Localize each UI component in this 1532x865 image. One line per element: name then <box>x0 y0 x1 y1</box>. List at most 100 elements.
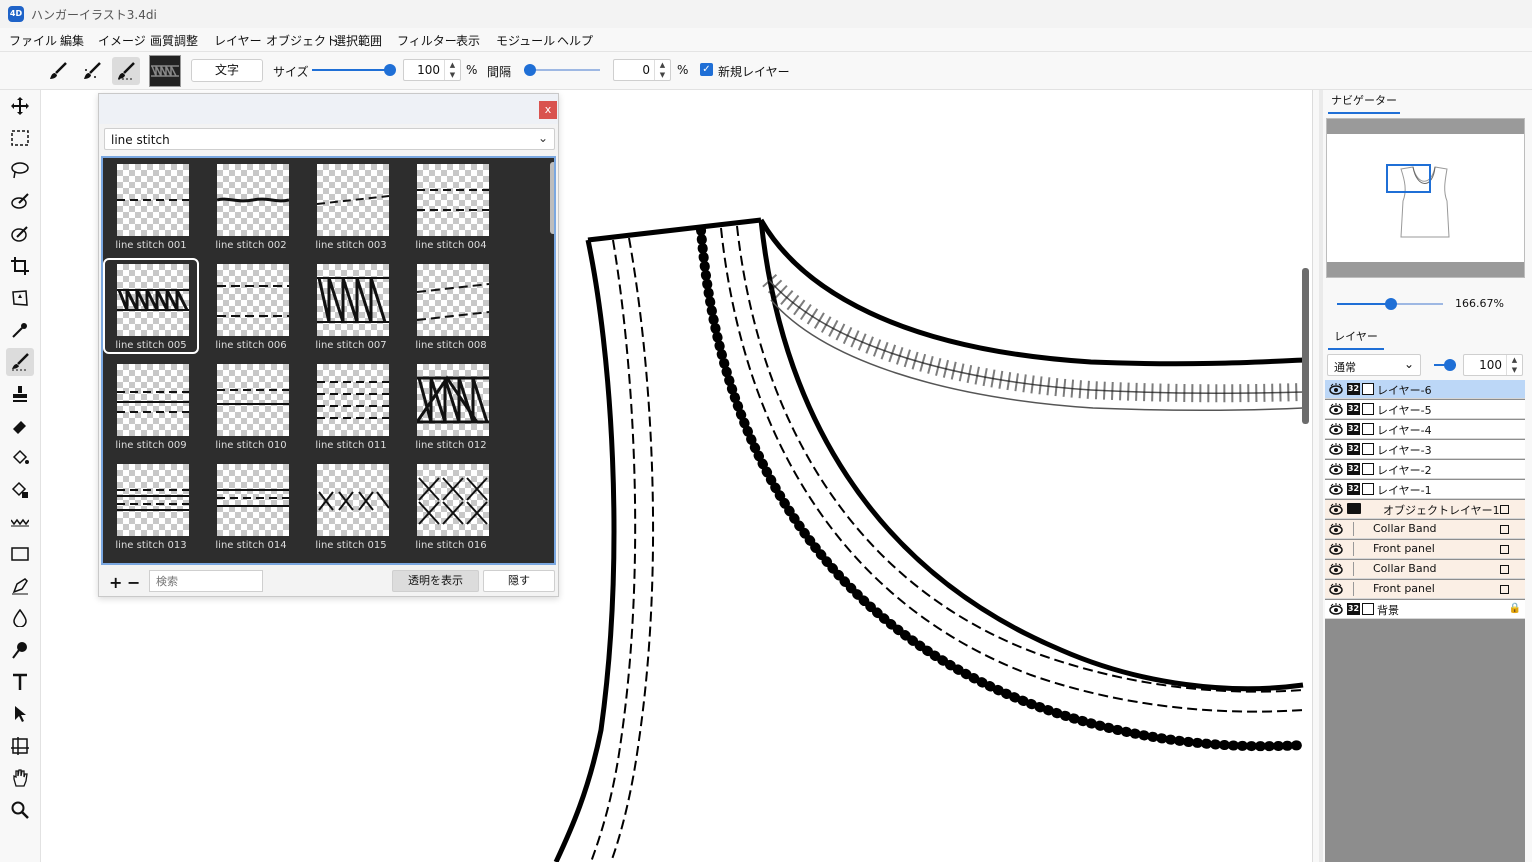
opacity-stepper[interactable]: 100 ▲ ▼ <box>1463 354 1523 376</box>
transform-icon[interactable] <box>6 284 34 312</box>
layer-row-object[interactable]: Collar Band <box>1325 560 1525 579</box>
eye-icon[interactable] <box>1329 483 1343 495</box>
eye-icon[interactable] <box>1329 383 1343 395</box>
layer-checkbox[interactable] <box>1500 505 1509 514</box>
layer-row[interactable]: 32 レイヤー-6 <box>1325 380 1525 399</box>
spacing-slider-thumb[interactable] <box>524 64 536 76</box>
eye-icon[interactable] <box>1329 503 1343 515</box>
opacity-slider[interactable] <box>1434 364 1456 366</box>
size-stepper[interactable]: 100 ▲ ▼ <box>403 59 461 81</box>
layer-row-background[interactable]: 32 背景 🔒 <box>1325 600 1525 619</box>
brush-item[interactable]: line stitch 001 <box>103 158 199 254</box>
zoom-slider-thumb[interactable] <box>1385 298 1397 310</box>
eye-icon[interactable] <box>1329 463 1343 475</box>
eye-icon[interactable] <box>1329 423 1343 435</box>
brush-item-selected[interactable]: line stitch 005 <box>103 258 199 354</box>
layer-row-object[interactable]: Front panel <box>1325 540 1525 559</box>
pen-tool-icon[interactable] <box>6 572 34 600</box>
eye-icon[interactable] <box>1329 583 1343 595</box>
brush-item[interactable]: line stitch 007 <box>303 258 399 354</box>
layer-checkbox[interactable] <box>1500 525 1509 534</box>
layer-row-folder[interactable]: オブジェクトレイヤー1 <box>1325 500 1525 519</box>
hide-button[interactable]: 隠す <box>483 570 555 592</box>
layer-checkbox[interactable] <box>1500 585 1509 594</box>
text-button[interactable]: 文字 <box>191 59 263 82</box>
size-slider[interactable] <box>312 69 390 71</box>
menu-select[interactable]: 選択範囲 <box>334 32 382 49</box>
brush-item[interactable]: line stitch 004 <box>403 158 499 254</box>
menu-view[interactable]: 表示 <box>456 32 480 49</box>
move-tool-icon[interactable] <box>6 92 34 120</box>
fill-bucket-icon[interactable] <box>6 444 34 472</box>
lock-icon[interactable]: 🔒 <box>1509 603 1521 614</box>
add-brush-button[interactable]: + <box>109 573 122 592</box>
rectangle-icon[interactable] <box>6 540 34 568</box>
brush-search-field[interactable] <box>149 570 263 592</box>
stepper-arrows-icon[interactable]: ▲ ▼ <box>1506 355 1522 375</box>
eye-icon[interactable] <box>1329 563 1343 575</box>
stamp-icon[interactable] <box>6 380 34 408</box>
select-arrow-icon[interactable] <box>6 700 34 728</box>
mesh-icon[interactable] <box>6 732 34 760</box>
brush-search-input[interactable] <box>150 571 262 591</box>
navigator-preview[interactable] <box>1326 118 1525 278</box>
eye-icon[interactable] <box>1329 443 1343 455</box>
eye-icon[interactable] <box>1329 403 1343 415</box>
eraser-icon[interactable] <box>6 412 34 440</box>
layer-row-object[interactable]: Front panel <box>1325 580 1525 599</box>
layer-row[interactable]: 32 レイヤー-4 <box>1325 420 1525 439</box>
eyedropper-icon[interactable] <box>6 316 34 344</box>
stepper-arrows-icon[interactable]: ▲ ▼ <box>654 60 670 80</box>
close-icon[interactable]: x <box>539 101 557 119</box>
size-slider-thumb[interactable] <box>384 64 396 76</box>
blend-mode-select[interactable]: 通常 ⌄ <box>1327 354 1421 376</box>
crop-icon[interactable] <box>6 252 34 280</box>
menu-adjust[interactable]: 画質調整 <box>150 32 198 49</box>
brush-item[interactable]: line stitch 015 <box>303 458 399 554</box>
menu-edit[interactable]: 編集 <box>60 32 84 49</box>
menu-file[interactable]: ファイル <box>9 32 57 49</box>
brush-item[interactable]: line stitch 012 <box>403 358 499 454</box>
show-transparent-button[interactable]: 透明を表示 <box>392 570 479 592</box>
menu-filter[interactable]: フィルター <box>397 32 457 49</box>
brush-grid-scrollbar[interactable] <box>550 162 554 234</box>
stitch-line-icon[interactable] <box>6 508 34 536</box>
brush-item[interactable]: line stitch 002 <box>203 158 299 254</box>
brush-item[interactable]: line stitch 016 <box>403 458 499 554</box>
layer-row-object[interactable]: Collar Band <box>1325 520 1525 539</box>
brush-item[interactable]: line stitch 014 <box>203 458 299 554</box>
layer-row[interactable]: 32 レイヤー-2 <box>1325 460 1525 479</box>
pattern-brush-icon[interactable] <box>112 57 140 85</box>
eye-icon[interactable] <box>1329 543 1343 555</box>
menu-object[interactable]: オブジェクト <box>266 32 338 49</box>
brush-mode-icon[interactable] <box>44 57 72 85</box>
blur-drop-icon[interactable] <box>6 604 34 632</box>
navigator-viewport-rect[interactable] <box>1386 164 1431 193</box>
brush-item[interactable]: line stitch 003 <box>303 158 399 254</box>
brush-item[interactable]: line stitch 010 <box>203 358 299 454</box>
canvas-scrollbar[interactable] <box>1302 268 1309 424</box>
layer-checkbox[interactable] <box>1500 545 1509 554</box>
brush-category-select[interactable]: line stitch ⌄ <box>104 128 555 150</box>
brush-item[interactable]: line stitch 008 <box>403 258 499 354</box>
pen-select-icon[interactable] <box>6 220 34 248</box>
remove-brush-button[interactable]: − <box>127 573 140 592</box>
text-tool-icon[interactable] <box>6 668 34 696</box>
current-pattern-swatch[interactable] <box>149 55 181 87</box>
menu-help[interactable]: ヘルプ <box>557 32 593 49</box>
brush-sparkle-icon[interactable] <box>78 57 106 85</box>
brush-item[interactable]: line stitch 011 <box>303 358 399 454</box>
pattern-brush-tool-icon[interactable] <box>6 348 34 376</box>
tab-layers[interactable]: レイヤー <box>1328 326 1384 350</box>
eye-icon[interactable] <box>1329 523 1343 535</box>
brush-item[interactable]: line stitch 006 <box>203 258 299 354</box>
brush-item[interactable]: line stitch 009 <box>103 358 199 454</box>
layer-row[interactable]: 32 レイヤー-3 <box>1325 440 1525 459</box>
pattern-fill-icon[interactable] <box>6 476 34 504</box>
rect-select-icon[interactable] <box>6 124 34 152</box>
brush-item[interactable]: line stitch 013 <box>103 458 199 554</box>
menu-module[interactable]: モジュール <box>496 32 555 49</box>
tab-navigator[interactable]: ナビゲーター <box>1328 90 1400 114</box>
new-layer-checkbox[interactable]: ✓ <box>700 63 713 76</box>
panel-splitter[interactable] <box>1319 90 1323 862</box>
